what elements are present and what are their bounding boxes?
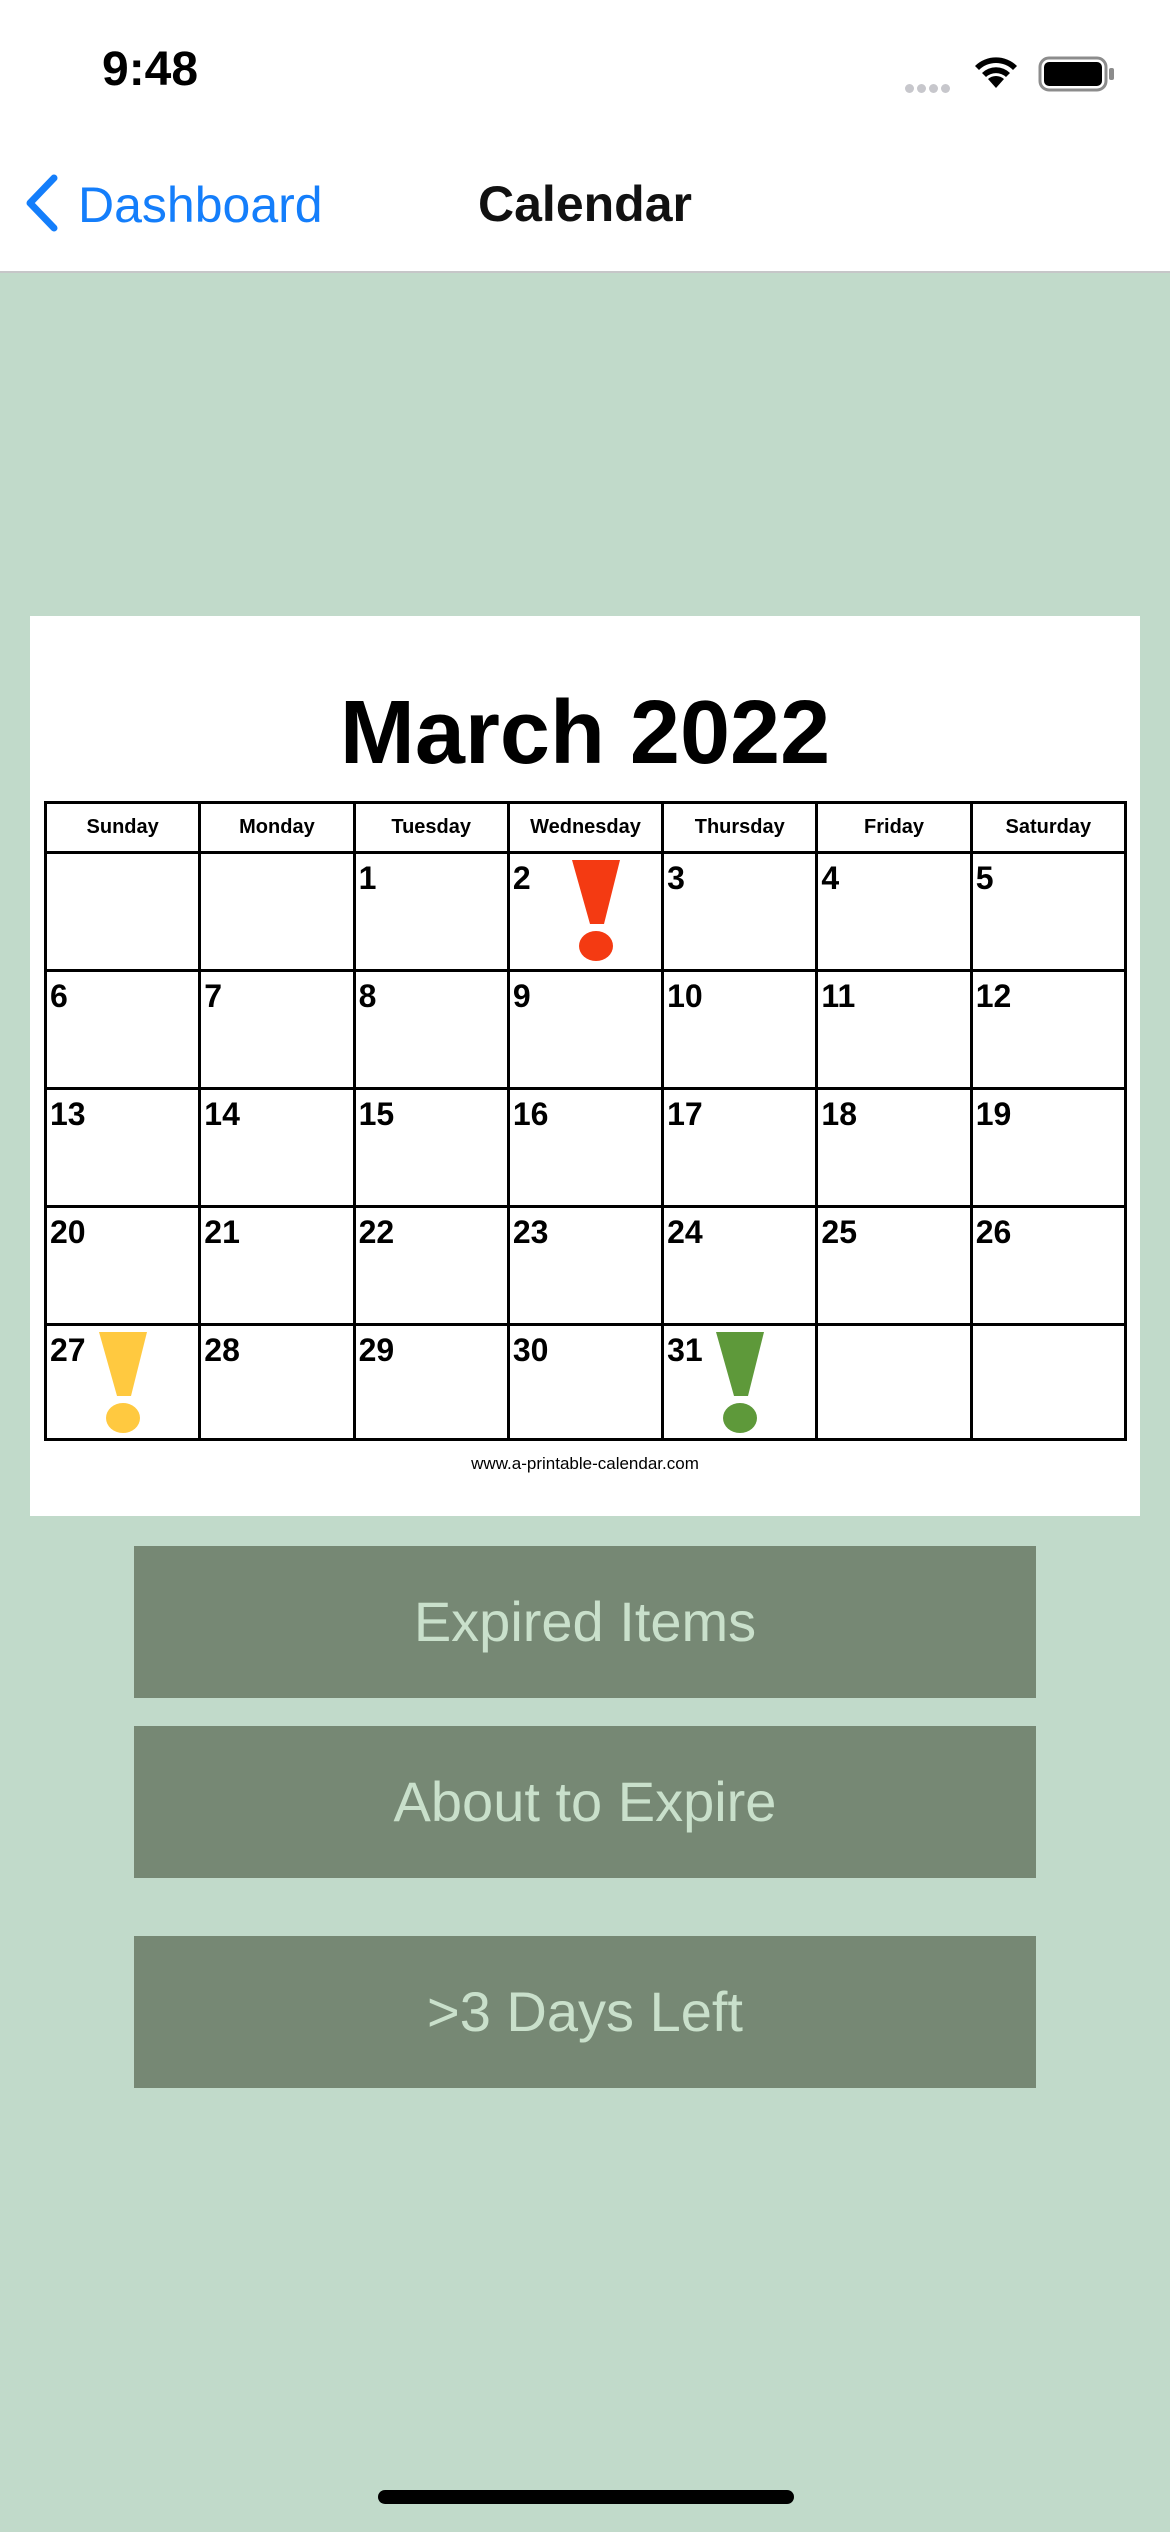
calendar-day-cell: 20	[47, 1208, 202, 1323]
weekday-label: Saturday	[1005, 816, 1092, 838]
calendar-day-cell: 15	[356, 1090, 510, 1205]
calendar-day-cell: 29	[356, 1326, 510, 1441]
calendar-day-cell: 13	[47, 1090, 202, 1205]
calendar-day-cell: 16	[510, 1090, 665, 1205]
calendar-day-cell: 14	[201, 1090, 356, 1205]
calendar-day-number: 27	[50, 1332, 86, 1368]
calendar-day-number: 3	[667, 860, 685, 896]
calendar-day-number: 5	[975, 860, 994, 896]
calendar-day-number: 18	[821, 1096, 857, 1132]
calendar-day-cell: 1	[356, 854, 510, 969]
calendar-day-cell: 8	[356, 972, 510, 1087]
calendar-day-number: 6	[50, 978, 68, 1014]
calendar-day-number: 31	[667, 1332, 703, 1368]
calendar-day-number: 29	[358, 1332, 395, 1368]
expired-mark-icon	[568, 858, 624, 975]
calendar-day-cell: 30	[510, 1326, 665, 1441]
calendar-day-cell	[818, 1326, 973, 1441]
calendar-day-cell: 31	[664, 1326, 819, 1441]
calendar-day-cell	[201, 854, 356, 969]
calendar-day-cell: 17	[664, 1090, 819, 1205]
weekday-label: Friday	[818, 804, 973, 851]
calendar-day-cell: 19	[973, 1090, 1124, 1205]
calendar-day-number: 10	[667, 978, 703, 1014]
calendar-day-cell: 7	[201, 972, 356, 1087]
status-bar: 9:48	[0, 0, 1170, 145]
about-to-expire-button[interactable]: About to Expire	[134, 1726, 1036, 1878]
calendar-day-cell: 9	[510, 972, 665, 1087]
weekday-label: Wednesday	[510, 804, 665, 851]
page-title: Calendar	[478, 176, 692, 232]
calendar-day-cell: 23	[510, 1208, 665, 1323]
calendar-day-number: 9	[512, 978, 531, 1014]
weekday-label: Monday	[201, 804, 356, 851]
calendar-weeks: 1 2 3 4 5 6 7 8 9 10 11 12 13 14 15 16 17 18 19 20 21 22 23 24 2…	[47, 854, 1124, 1441]
calendar-day-number: 1	[358, 860, 377, 896]
calendar-day-cell: 26	[973, 1208, 1124, 1323]
calendar-day-cell: 6	[47, 972, 202, 1087]
calendar-title: March 2022	[339, 683, 831, 783]
weekday-header: Sunday Monday Tuesday Wednesday Thursday…	[47, 804, 1124, 854]
weekday-label: Tuesday	[356, 804, 510, 851]
weekday-label: Sunday	[47, 804, 202, 851]
calendar-day-number: 15	[358, 1096, 395, 1132]
weekday-label: Thursday	[664, 804, 819, 851]
calendar-week-row: 20 21 22 23 24 25 26	[47, 1208, 1124, 1326]
calendar-day-cell: 11	[818, 972, 973, 1087]
status-time: 9:48	[102, 43, 199, 96]
calendar-day-number: 20	[50, 1214, 86, 1250]
calendar-day-number: 28	[204, 1332, 240, 1368]
battery-icon	[1038, 56, 1116, 97]
calendar-day-cell: 2	[510, 854, 665, 969]
calendar-day-cell: 3	[664, 854, 819, 969]
calendar-day-cell: 18	[818, 1090, 973, 1205]
calendar-day-cell: 4	[818, 854, 973, 969]
calendar-day-number: 4	[821, 860, 840, 896]
calendar-grid: Sunday Monday Tuesday Wednesday Thursday…	[44, 801, 1127, 1441]
calendar-day-cell: 21	[201, 1208, 356, 1323]
calendar-day-number: 21	[204, 1214, 240, 1250]
calendar-day-number: 23	[512, 1214, 549, 1250]
calendar-source-credit: www.a-printable-calendar.com	[471, 1454, 699, 1473]
calendar-day-number: 25	[821, 1214, 857, 1250]
calendar-day-number: 8	[358, 978, 377, 1014]
days-left-mark-icon	[712, 1330, 768, 1447]
calendar-day-number: 16	[512, 1096, 549, 1132]
calendar-day-cell	[973, 1326, 1124, 1441]
expired-items-button[interactable]: Expired Items	[134, 1546, 1036, 1698]
calendar-day-number: 24	[667, 1214, 703, 1250]
calendar-day-number: 30	[512, 1332, 549, 1368]
calendar-day-cell: 27	[47, 1326, 202, 1441]
calendar-day-number: 19	[975, 1096, 1012, 1132]
calendar-day-number: 7	[204, 978, 223, 1014]
calendar-week-row: 27 28 29 30 31	[47, 1326, 1124, 1441]
calendar-day-cell: 12	[973, 972, 1124, 1087]
calendar-day-number: 12	[975, 978, 1012, 1014]
calendar-day-cell: 25	[818, 1208, 973, 1323]
calendar-day-number: 2	[512, 860, 531, 896]
calendar-day-number: 17	[667, 1096, 703, 1132]
wifi-icon	[970, 52, 1022, 95]
calendar-day-number: 22	[358, 1214, 395, 1250]
days-left-button[interactable]: >3 Days Left	[134, 1936, 1036, 2088]
calendar-day-number: 13	[50, 1096, 86, 1132]
calendar-image: March 2022 Sunday Monday Tuesday Wednesd…	[30, 616, 1140, 1516]
calendar-day-number: 11	[821, 978, 856, 1014]
calendar-week-row: 1 2 3 4 5	[47, 854, 1124, 972]
calendar-day-cell	[47, 854, 202, 969]
calendar-day-number: 26	[975, 1214, 1012, 1250]
calendar-day-cell: 10	[664, 972, 819, 1087]
calendar-day-number: 14	[204, 1096, 240, 1132]
calendar-day-cell: 24	[664, 1208, 819, 1323]
calendar-day-cell: 28	[201, 1326, 356, 1441]
calendar-day-cell: 5	[973, 854, 1124, 969]
home-indicator	[378, 2490, 794, 2504]
calendar-day-cell: 22	[356, 1208, 510, 1323]
calendar-week-row: 13 14 15 16 17 18 19	[47, 1090, 1124, 1208]
navigation-bar: Dashboard Calendar	[0, 145, 1170, 273]
about-to-expire-mark-icon	[95, 1330, 151, 1447]
cellular-signal-icon	[905, 80, 953, 98]
calendar-week-row: 6 7 8 9 10 11 12	[47, 972, 1124, 1090]
